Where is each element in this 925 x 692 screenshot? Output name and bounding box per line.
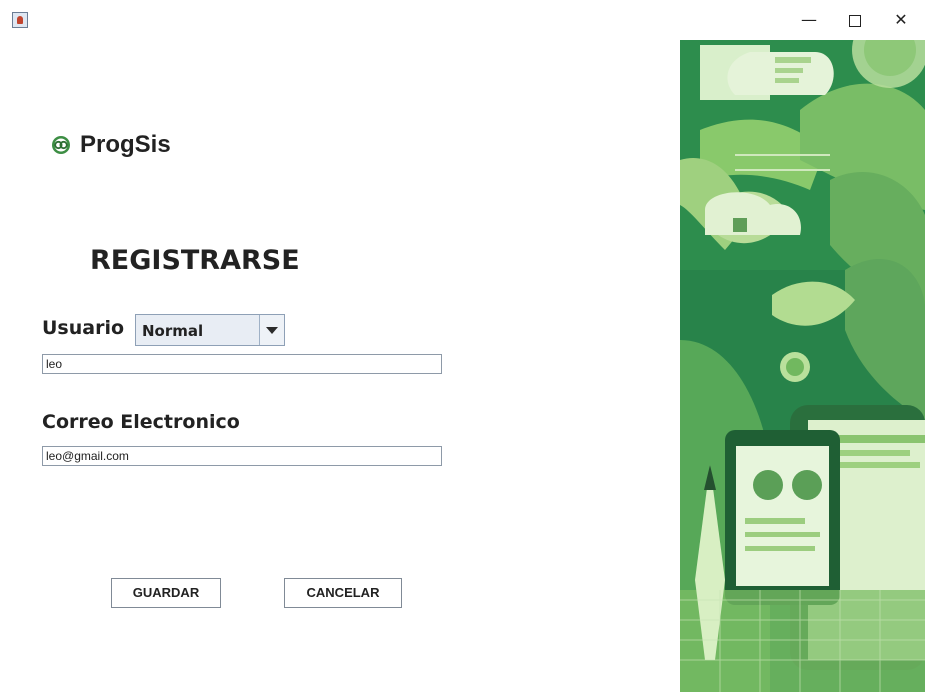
window-titlebar: — ✕ <box>0 0 925 40</box>
close-button[interactable]: ✕ <box>878 0 924 40</box>
email-input[interactable] <box>42 446 442 466</box>
page-title: REGISTRARSE <box>90 245 300 276</box>
brand-name: ProgSis <box>80 131 171 158</box>
email-label: Correo Electronico <box>42 411 240 433</box>
brand-logo: ProgSis <box>51 131 171 159</box>
maximize-button[interactable] <box>832 0 878 40</box>
java-app-icon <box>12 12 28 28</box>
cancel-button[interactable]: CANCELAR <box>284 578 402 608</box>
user-type-value: Normal <box>142 322 204 340</box>
user-input[interactable] <box>42 354 442 374</box>
eco-tech-illustration <box>680 40 925 692</box>
user-label: Usuario <box>42 317 125 339</box>
minimize-button[interactable]: — <box>786 0 832 40</box>
user-type-select[interactable]: Normal <box>135 314 285 346</box>
maximize-icon <box>849 14 861 27</box>
save-button[interactable]: GUARDAR <box>111 578 221 608</box>
progsis-logo-icon <box>52 136 70 154</box>
chevron-down-icon[interactable] <box>259 315 284 345</box>
